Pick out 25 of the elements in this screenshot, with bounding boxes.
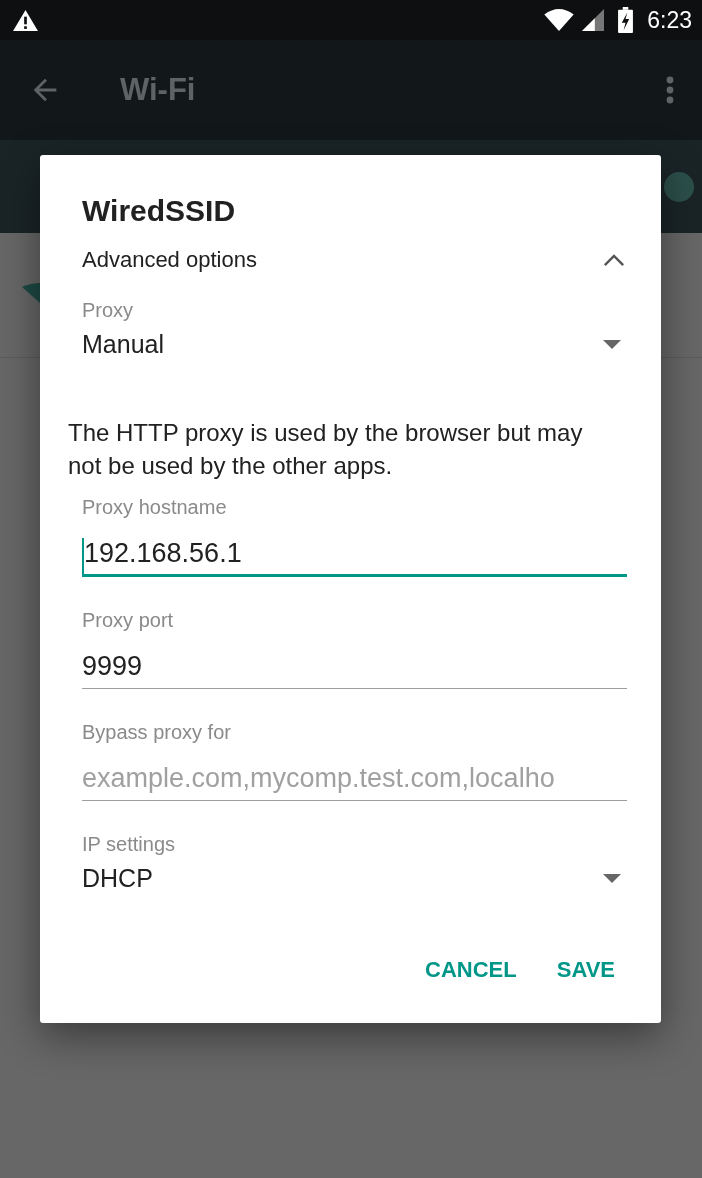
warning-icon xyxy=(12,8,39,32)
ip-settings-dropdown[interactable]: DHCP xyxy=(82,861,627,895)
chevron-icon[interactable] xyxy=(603,253,625,267)
dropdown-arrow-icon xyxy=(603,873,621,883)
battery-charging-icon xyxy=(618,7,634,33)
proxy-note: The HTTP proxy is used by the browser but may not be used by the other apps. xyxy=(68,418,584,481)
field-label: Proxy hostname xyxy=(82,495,228,520)
dialog-title: WiredSSID xyxy=(82,193,237,229)
save-button[interactable]: SAVE xyxy=(544,947,627,993)
clock-time: 6:23 xyxy=(647,6,692,34)
input-field[interactable]: 192.168.56.1 xyxy=(82,538,627,577)
toggle-switch[interactable] xyxy=(664,172,694,202)
input-field[interactable]: 9999 xyxy=(82,651,627,689)
proxy-dropdown[interactable]: Manual xyxy=(82,327,627,361)
field-label: Bypass proxy for xyxy=(82,720,232,745)
advanced-options-label: Advanced options xyxy=(82,247,257,273)
ip-settings-label: IP settings xyxy=(82,832,177,857)
field-label: Proxy port xyxy=(82,608,175,633)
cancel-button[interactable]: CANCEL xyxy=(413,947,529,993)
screen-title: Wi-Fi xyxy=(120,72,197,108)
dropdown-arrow-icon xyxy=(603,339,621,349)
proxy-label: Proxy xyxy=(82,298,135,323)
signal-icon xyxy=(582,9,605,31)
input-field[interactable]: example.com,mycomp.test.com,localho xyxy=(82,763,627,801)
more-options-icon[interactable] xyxy=(666,76,674,104)
